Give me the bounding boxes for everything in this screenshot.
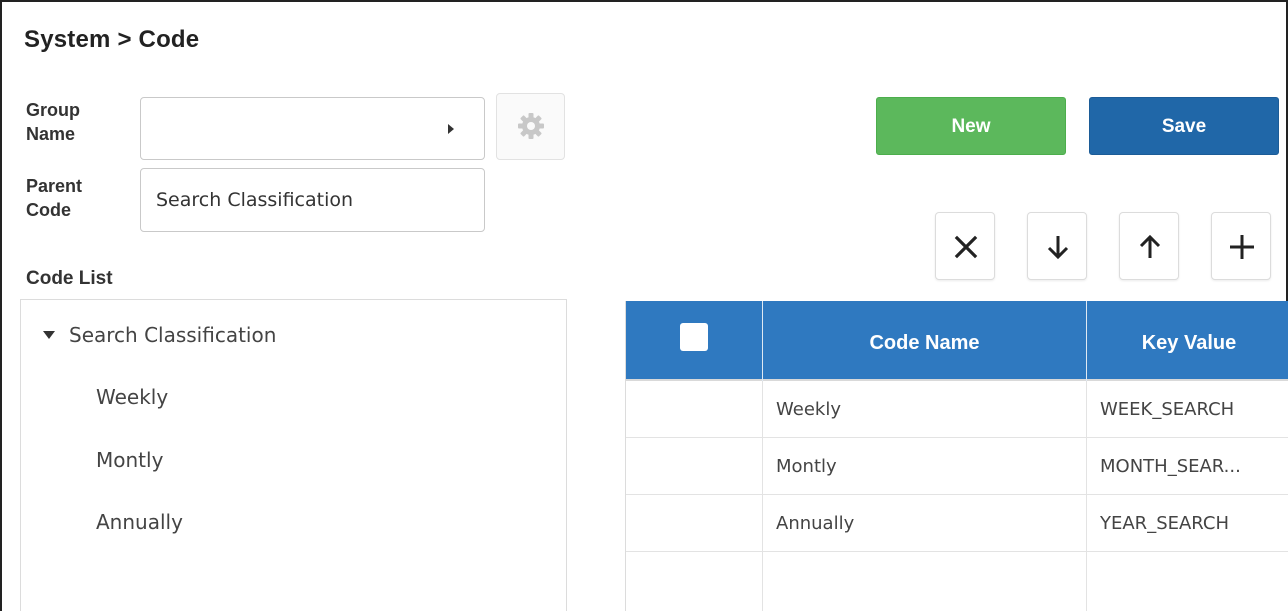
close-icon (954, 235, 978, 259)
group-name-label: Group Name (26, 100, 80, 144)
save-button[interactable]: Save (1089, 97, 1279, 155)
table-row[interactable]: Annually YEAR_SEARCH (626, 495, 1288, 552)
row-checkbox-cell[interactable] (626, 495, 763, 551)
code-name-cell[interactable]: Montly (763, 438, 1087, 494)
select-all-checkbox[interactable] (680, 323, 708, 351)
move-down-button[interactable] (1027, 212, 1087, 280)
header-checkbox-cell (626, 301, 763, 381)
table-row[interactable] (626, 552, 1288, 611)
group-name-select[interactable] (140, 97, 485, 160)
row-checkbox-cell[interactable] (626, 438, 763, 494)
row-checkbox-cell[interactable] (626, 381, 763, 437)
add-row-button[interactable] (1211, 212, 1271, 280)
code-tree: Search Classification Weekly Montly Annu… (20, 299, 567, 611)
app-window: System > Code Group Name Parent Code Sea… (0, 0, 1288, 611)
column-header-key-value[interactable]: Key Value (1087, 301, 1288, 381)
row-checkbox-cell[interactable] (626, 552, 763, 611)
tree-node-root[interactable]: Search Classification (43, 322, 276, 348)
caret-down-icon[interactable] (43, 330, 55, 339)
key-value-cell[interactable]: YEAR_SEARCH (1087, 495, 1288, 551)
key-value-cell[interactable] (1087, 552, 1288, 611)
parent-code-input[interactable]: Search Classification (140, 168, 485, 232)
code-grid: Code Name Key Value Weekly WEEK_SEARCH M… (625, 301, 1288, 611)
code-name-cell[interactable]: Annually (763, 495, 1087, 551)
new-button[interactable]: New (876, 97, 1066, 155)
page-title: System > Code (24, 26, 200, 53)
tree-node[interactable]: Annually (96, 509, 183, 535)
plus-icon (1230, 235, 1254, 259)
code-list-title: Code List (26, 268, 113, 289)
move-up-button[interactable] (1119, 212, 1179, 280)
arrow-down-icon (1047, 236, 1069, 260)
grid-header: Code Name Key Value (626, 301, 1288, 381)
column-header-code-name[interactable]: Code Name (763, 301, 1087, 381)
code-name-cell[interactable]: Weekly (763, 381, 1087, 437)
key-value-cell[interactable]: WEEK_SEARCH (1087, 381, 1288, 437)
delete-row-button[interactable] (935, 212, 995, 280)
gear-icon (518, 113, 544, 139)
tree-node-label: Search Classification (69, 323, 277, 347)
table-row[interactable]: Montly MONTH_SEAR... (626, 438, 1288, 495)
caret-right-icon (448, 124, 454, 134)
tree-node[interactable]: Montly (96, 447, 163, 473)
tree-node[interactable]: Weekly (96, 384, 168, 410)
table-row[interactable]: Weekly WEEK_SEARCH (626, 381, 1288, 438)
key-value-cell[interactable]: MONTH_SEAR... (1087, 438, 1288, 494)
settings-button[interactable] (496, 93, 565, 160)
arrow-up-icon (1139, 234, 1161, 258)
code-name-cell[interactable] (763, 552, 1087, 611)
parent-code-label: Parent Code (26, 176, 83, 220)
